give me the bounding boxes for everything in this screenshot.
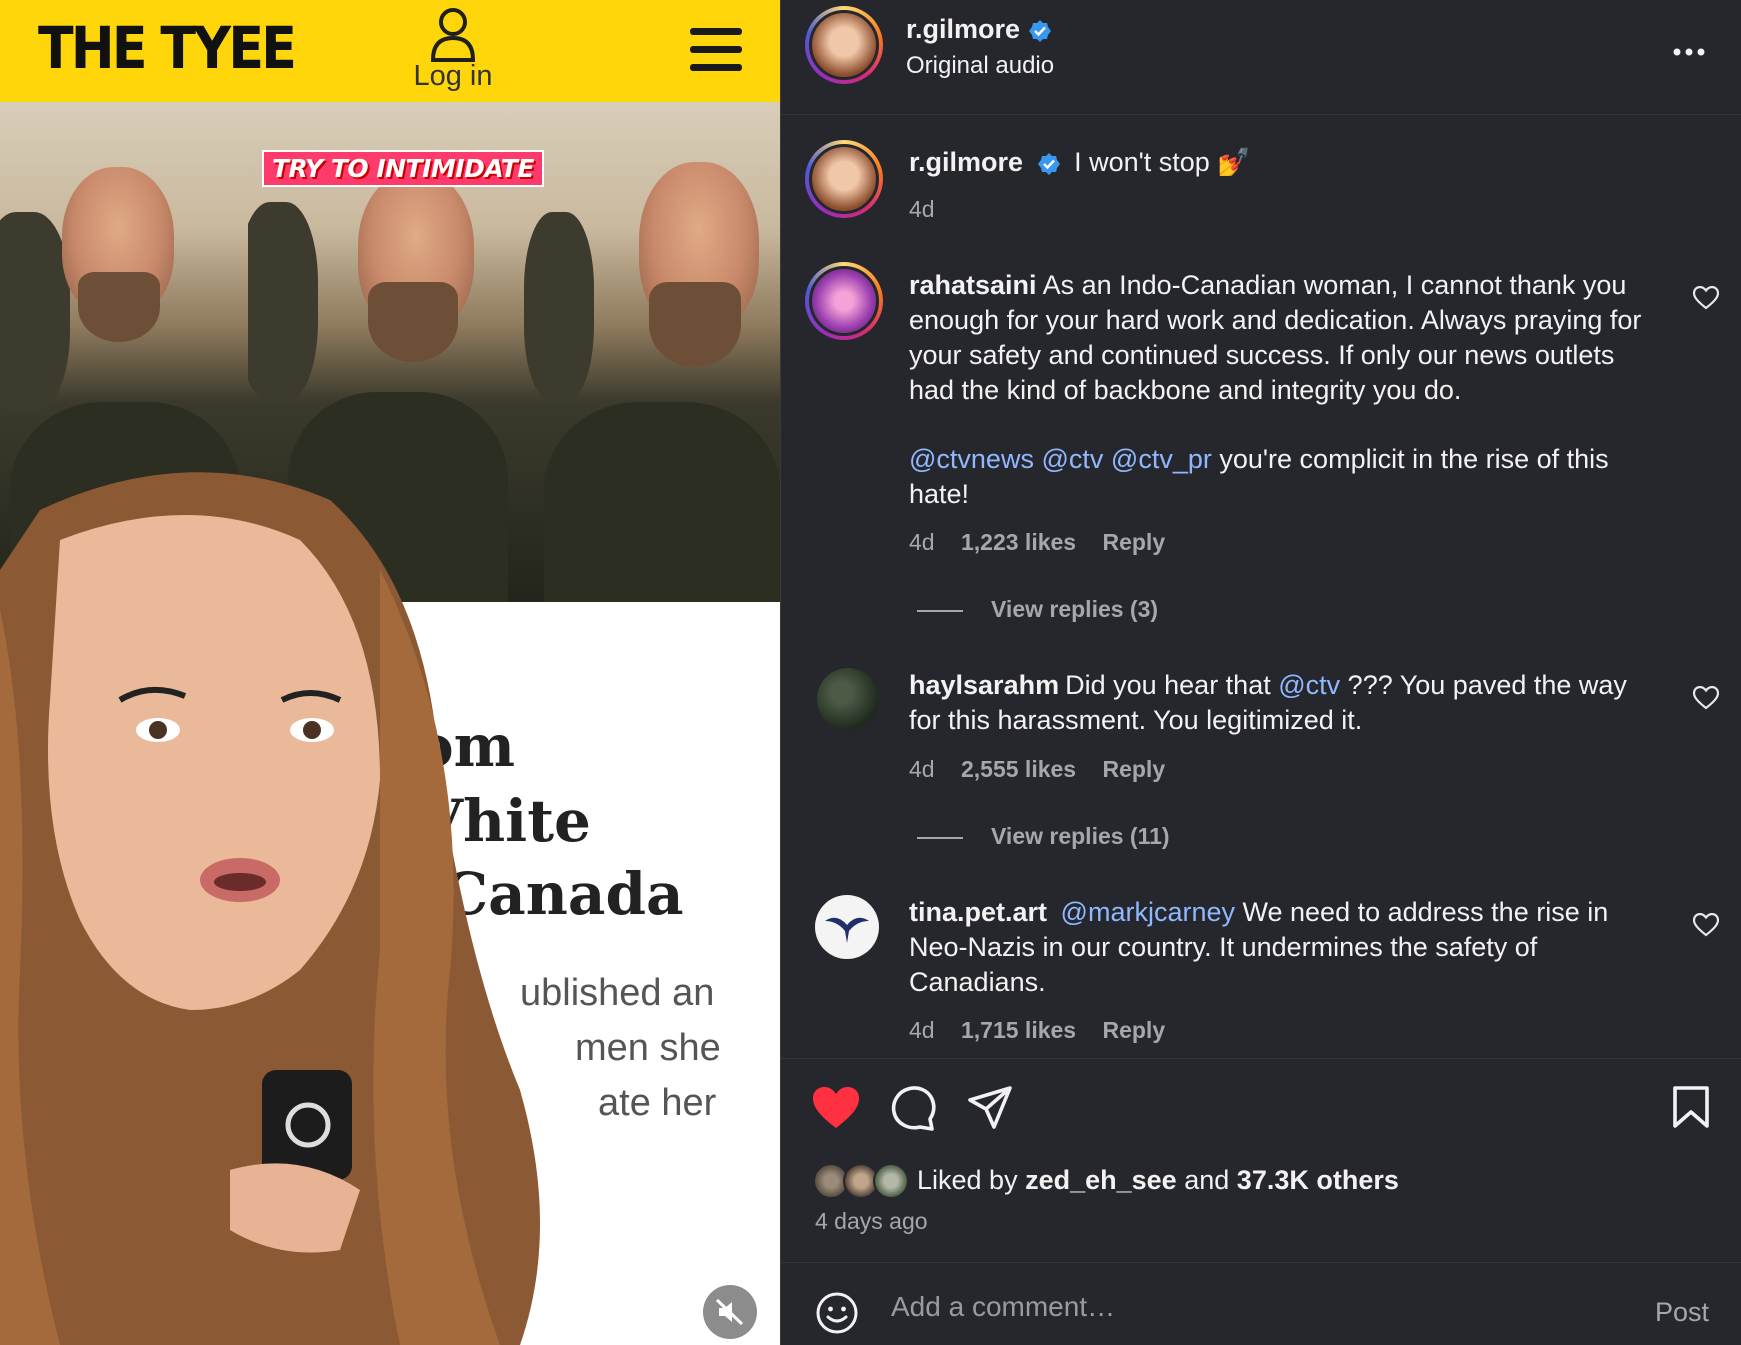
comment-likes[interactable]: 2,555 likes	[961, 756, 1076, 782]
video-caption-overlay: TRY TO INTIMIDATE	[262, 150, 544, 187]
comment-icon[interactable]	[890, 1085, 936, 1131]
comment-text: Did you hear that	[1065, 670, 1271, 700]
mention-ctv[interactable]: @ctv	[1278, 670, 1340, 700]
liker-avatar[interactable]	[873, 1163, 909, 1199]
comment-haylsarahm: haylsarahm Did you hear that @ctv ??? You…	[909, 668, 1649, 738]
caption-author-avatar[interactable]	[805, 140, 883, 218]
comment-tina-pet-art: tina.pet.art @markjcarney We need to add…	[909, 895, 1649, 1000]
presenter-woman	[0, 472, 540, 1345]
instagram-comments-panel: r.gilmore Original audio r.gilmore I won…	[780, 0, 1741, 1345]
heart-icon[interactable]	[811, 1085, 861, 1131]
like-comment-heart-icon[interactable]	[1693, 913, 1719, 937]
comment-likes[interactable]: 1,223 likes	[961, 529, 1076, 555]
comment-time: 4d	[909, 756, 935, 782]
liked-by-prefix: Liked by	[917, 1165, 1018, 1195]
comment-username[interactable]: rahatsaini	[909, 270, 1037, 300]
comment-avatar-haylsarahm[interactable]	[817, 668, 879, 730]
tyee-header-bar: THE TYEE Log in	[0, 0, 780, 102]
liked-by-and: and	[1184, 1165, 1230, 1195]
caption-meta: 4d	[909, 196, 955, 223]
replies-divider	[917, 609, 963, 612]
tyee-logo[interactable]: THE TYEE	[38, 14, 297, 82]
comment-avatar-tina-pet-art[interactable]	[815, 895, 879, 959]
audio-label[interactable]: Original audio	[906, 52, 1054, 80]
user-icon	[430, 8, 476, 62]
article-body-line-2: men she	[575, 1027, 721, 1069]
share-icon[interactable]	[967, 1085, 1013, 1131]
liked-by-others[interactable]: 37.3K others	[1237, 1165, 1399, 1195]
view-replies-button[interactable]: View replies (3)	[917, 596, 1158, 623]
verified-icon	[1037, 152, 1060, 175]
comment-meta: 4d 2,555 likes Reply	[909, 756, 1185, 783]
mute-icon	[715, 1298, 744, 1326]
bookmark-icon[interactable]	[1671, 1085, 1711, 1129]
reel-video[interactable]: THE TYEE Log in TRY TO INTIMIDATE om Vhi…	[0, 0, 780, 1345]
mention-ctv-pr[interactable]: @ctv_pr	[1111, 444, 1212, 474]
video-frame-3	[524, 102, 780, 602]
view-replies-label: View replies (3)	[991, 596, 1159, 622]
post-timestamp[interactable]: 4 days ago	[815, 1208, 928, 1235]
menu-icon[interactable]	[690, 28, 742, 74]
more-icon	[1673, 48, 1705, 56]
mention-markjcarney[interactable]: @markjcarney	[1061, 897, 1235, 927]
post-caption: r.gilmore I won't stop 💅	[909, 145, 1649, 180]
reply-button[interactable]: Reply	[1102, 1017, 1165, 1043]
actions-divider	[781, 1058, 1741, 1059]
comment-input[interactable]	[891, 1285, 1591, 1329]
comment-username[interactable]: haylsarahm	[909, 670, 1059, 700]
post-author-username[interactable]: r.gilmore	[906, 14, 1052, 45]
comment-composer: Post	[781, 1262, 1741, 1345]
bird-logo-icon	[825, 917, 869, 943]
liked-by-user[interactable]: zed_eh_see	[1025, 1165, 1177, 1195]
comment-time: 4d	[909, 1017, 935, 1043]
post-header: r.gilmore Original audio	[781, 0, 1741, 115]
mention-ctv[interactable]: @ctv	[1041, 444, 1103, 474]
like-comment-heart-icon[interactable]	[1693, 286, 1719, 310]
login-label: Log in	[413, 60, 493, 92]
caption-username[interactable]: r.gilmore	[909, 147, 1023, 177]
article-body-line-3: ate her	[598, 1082, 717, 1124]
author-avatar[interactable]	[805, 6, 883, 84]
comment-username[interactable]: tina.pet.art	[909, 897, 1047, 927]
comment-time: 4d	[909, 529, 935, 555]
like-comment-heart-icon[interactable]	[1693, 686, 1719, 710]
comment-rahatsaini: rahatsaini As an Indo-Canadian woman, I c…	[909, 268, 1649, 512]
view-replies-button[interactable]: View replies (11)	[917, 823, 1170, 850]
verified-icon	[1028, 19, 1051, 42]
comment-meta: 4d 1,223 likes Reply	[909, 529, 1185, 556]
liked-by-summary[interactable]: Liked by zed_eh_see and 37.3K others	[917, 1165, 1399, 1196]
app-window: THE TYEE Log in TRY TO INTIMIDATE om Vhi…	[0, 0, 1741, 1345]
post-author-name[interactable]: r.gilmore	[906, 14, 1020, 44]
more-options-button[interactable]	[1673, 30, 1705, 64]
reply-button[interactable]: Reply	[1102, 529, 1165, 555]
caption-text: I won't stop 💅	[1074, 147, 1251, 177]
comment-meta: 4d 1,715 likes Reply	[909, 1017, 1185, 1044]
replies-divider	[917, 836, 963, 839]
view-replies-label: View replies (11)	[991, 823, 1170, 849]
mute-button[interactable]	[703, 1285, 757, 1339]
comment-avatar-rahatsaini[interactable]	[805, 262, 883, 340]
reply-button[interactable]: Reply	[1102, 756, 1165, 782]
post-comment-button[interactable]: Post	[1655, 1297, 1709, 1328]
caption-time: 4d	[909, 196, 935, 222]
comment-likes[interactable]: 1,715 likes	[961, 1017, 1076, 1043]
login-button[interactable]: Log in	[408, 6, 498, 93]
emoji-icon[interactable]	[815, 1291, 859, 1335]
mention-ctvnews[interactable]: @ctvnews	[909, 444, 1034, 474]
